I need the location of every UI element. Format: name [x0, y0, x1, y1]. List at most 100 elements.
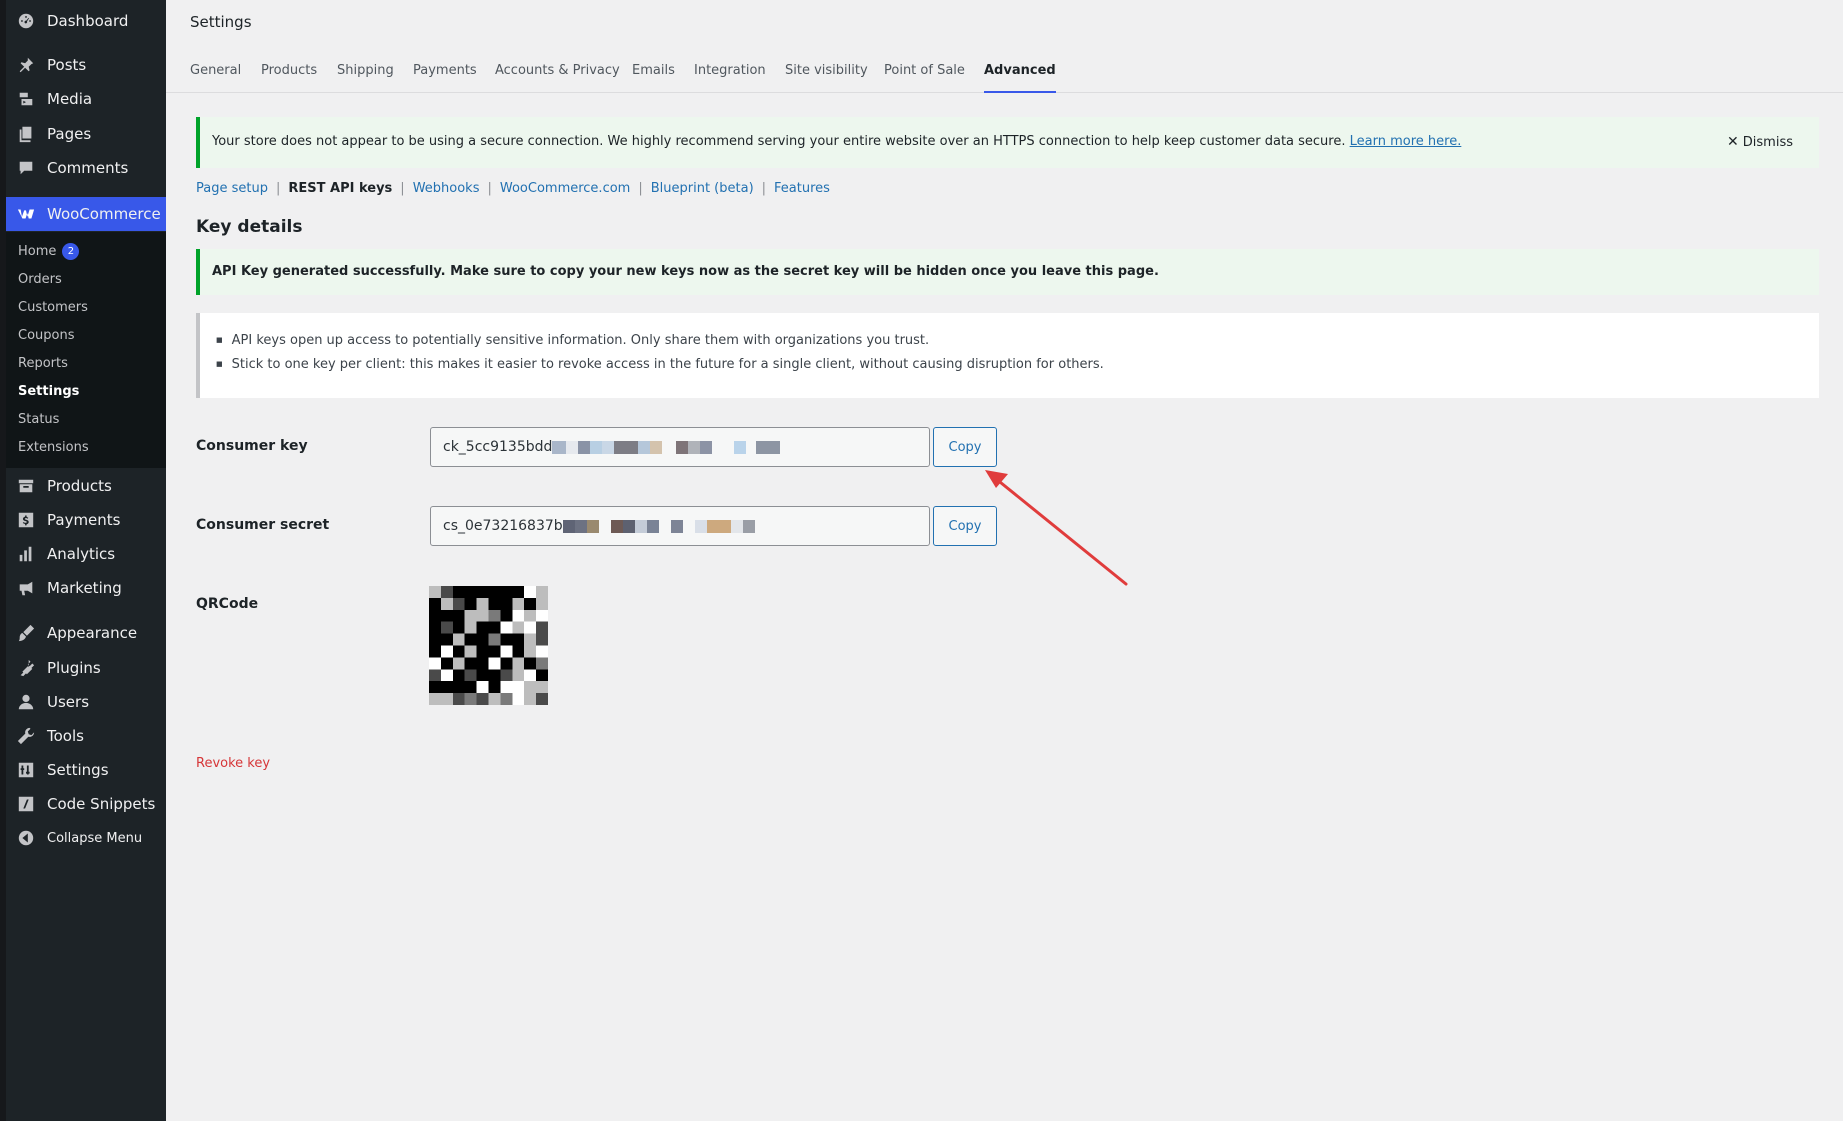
tab-site-visibility[interactable]: Site visibility	[785, 63, 868, 93]
sidebar-item-payments[interactable]: Payments	[6, 503, 166, 537]
subnav-page-setup[interactable]: Page setup	[196, 181, 268, 196]
tab-emails[interactable]: Emails	[632, 63, 675, 93]
redacted-key-blocks	[552, 440, 781, 454]
tab-accounts-privacy[interactable]: Accounts & Privacy	[495, 63, 620, 93]
sidebar-item-label: Payments	[47, 511, 121, 529]
sidebar-item-tools[interactable]: Tools	[6, 719, 166, 753]
sidebar-item-comments[interactable]: Comments	[6, 151, 166, 185]
consumer-key-field[interactable]: ck_5cc9135bdd	[430, 427, 930, 467]
info-item: Stick to one key per client: this makes …	[216, 357, 1104, 372]
success-notice: API Key generated successfully. Make sur…	[196, 249, 1819, 295]
revoke-key-link[interactable]: Revoke key	[196, 756, 270, 771]
dashboard-icon	[16, 11, 36, 31]
submenu-item-coupons[interactable]: Coupons	[18, 328, 75, 343]
copy-consumer-secret-button[interactable]: Copy	[933, 506, 997, 546]
sidebar-item-analytics[interactable]: Analytics	[6, 537, 166, 571]
sidebar-item-label: Marketing	[47, 579, 122, 597]
woocommerce-submenu: Home 2 Orders Customers Coupons Reports …	[6, 232, 166, 468]
subnav-rest-api-keys[interactable]: REST API keys	[288, 181, 392, 196]
brush-icon	[16, 623, 36, 643]
tab-payments[interactable]: Payments	[413, 63, 477, 93]
close-icon: ✕	[1727, 134, 1739, 150]
dismiss-button[interactable]: ✕ Dismiss	[1727, 134, 1793, 150]
sidebar-item-label: Products	[47, 477, 112, 495]
submenu-item-settings[interactable]: Settings	[18, 384, 79, 399]
qrcode-label: QRCode	[196, 596, 259, 612]
subnav-blueprint[interactable]: Blueprint (beta)	[651, 181, 754, 196]
bar-chart-icon	[16, 544, 36, 564]
submenu-label: Reports	[18, 356, 68, 371]
sidebar-item-marketing[interactable]: Marketing	[6, 571, 166, 605]
submenu-item-status[interactable]: Status	[18, 412, 59, 427]
sidebar-item-label: Plugins	[47, 659, 101, 677]
arrow-head	[985, 470, 1008, 488]
copy-consumer-key-button[interactable]: Copy	[933, 427, 997, 467]
sidebar-item-label: Pages	[47, 125, 92, 143]
learn-more-link[interactable]: Learn more here.	[1350, 134, 1462, 149]
wrench-icon	[16, 726, 36, 746]
media-icon	[16, 89, 36, 109]
sidebar-item-label: Settings	[47, 761, 109, 779]
sliders-icon	[16, 760, 36, 780]
pin-icon	[16, 55, 36, 75]
sidebar-item-label: Appearance	[47, 624, 138, 642]
separator: |	[400, 181, 405, 196]
sidebar-item-label: Tools	[47, 727, 84, 745]
sidebar-item-media[interactable]: Media	[6, 82, 166, 116]
sidebar-item-collapse-menu[interactable]: Collapse Menu	[6, 821, 166, 855]
notification-badge: 2	[62, 243, 80, 260]
consumer-secret-label: Consumer secret	[196, 517, 330, 533]
admin-sidebar: Dashboard Posts Media Pages Comments Woo…	[0, 0, 166, 1121]
submenu-item-home[interactable]: Home 2	[18, 243, 80, 260]
sidebar-item-woocommerce[interactable]: WooCommerce	[6, 197, 166, 231]
separator: |	[487, 181, 492, 196]
https-warning-notice: Your store does not appear to be using a…	[196, 117, 1819, 168]
tab-products[interactable]: Products	[261, 63, 317, 93]
qr-code-image	[429, 586, 548, 705]
sidebar-item-appearance[interactable]: Appearance	[6, 616, 166, 650]
sidebar-item-products[interactable]: Products	[6, 469, 166, 503]
separator: |	[638, 181, 643, 196]
sidebar-item-users[interactable]: Users	[6, 685, 166, 719]
submenu-item-extensions[interactable]: Extensions	[18, 440, 89, 455]
tab-shipping[interactable]: Shipping	[337, 63, 394, 93]
user-icon	[16, 692, 36, 712]
info-item: API keys open up access to potentially s…	[216, 333, 930, 348]
sidebar-item-posts[interactable]: Posts	[6, 48, 166, 82]
submenu-item-orders[interactable]: Orders	[18, 272, 62, 287]
submenu-item-reports[interactable]: Reports	[18, 356, 68, 371]
advanced-subnav: Page setup | REST API keys | Webhooks | WooCom…	[196, 181, 830, 196]
woocommerce-icon	[16, 204, 36, 224]
tab-point-of-sale[interactable]: Point of Sale	[884, 63, 965, 93]
sidebar-item-pages[interactable]: Pages	[6, 117, 166, 151]
collapse-icon	[16, 828, 36, 848]
tab-advanced[interactable]: Advanced	[984, 63, 1056, 93]
sidebar-item-plugins[interactable]: Plugins	[6, 651, 166, 685]
api-info-box: API keys open up access to potentially s…	[196, 313, 1819, 398]
tab-general[interactable]: General	[190, 63, 241, 93]
sidebar-item-settings[interactable]: Settings	[6, 753, 166, 787]
sidebar-item-code-snippets[interactable]: Code Snippets	[6, 787, 166, 821]
arrow-shaft	[993, 476, 1128, 586]
sidebar-item-label: WooCommerce	[47, 205, 161, 223]
section-title: Key details	[196, 217, 303, 237]
megaphone-icon	[16, 578, 36, 598]
sidebar-item-dashboard[interactable]: Dashboard	[6, 4, 166, 38]
consumer-secret-field[interactable]: cs_0e73216837b	[430, 506, 930, 546]
sidebar-item-label: Code Snippets	[47, 795, 156, 813]
submenu-label: Home	[18, 244, 57, 259]
consumer-secret-value: cs_0e73216837b	[443, 518, 563, 534]
sidebar-item-label: Media	[47, 90, 93, 108]
sidebar-item-label: Collapse Menu	[47, 830, 143, 846]
tab-integration[interactable]: Integration	[694, 63, 766, 93]
submenu-label: Coupons	[18, 328, 75, 343]
notice-text-wrap: Your store does not appear to be using a…	[212, 134, 1461, 149]
subnav-webhooks[interactable]: Webhooks	[413, 181, 480, 196]
success-text: API Key generated successfully. Make sur…	[212, 264, 1159, 279]
subnav-woocommerce-com[interactable]: WooCommerce.com	[500, 181, 630, 196]
submenu-item-customers[interactable]: Customers	[18, 300, 88, 315]
subnav-features[interactable]: Features	[774, 181, 830, 196]
sidebar-item-label: Posts	[47, 56, 87, 74]
submenu-label: Settings	[18, 384, 80, 399]
sidebar-item-label: Dashboard	[47, 12, 129, 30]
